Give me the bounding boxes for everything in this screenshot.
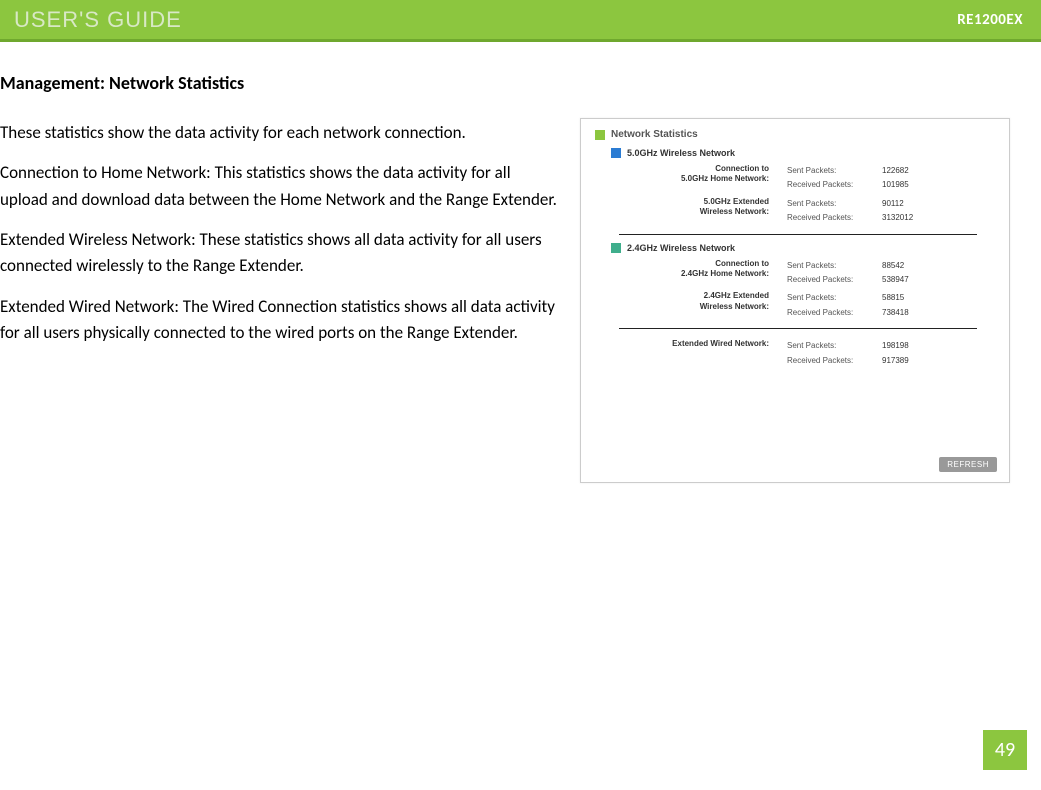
sent-value: 88542	[882, 259, 904, 273]
recv-label: Received Packets:	[787, 273, 882, 287]
stat-label: Connection to 5.0GHz Home Network:	[622, 164, 787, 193]
refresh-button[interactable]: REFRESH	[939, 457, 997, 472]
sent-label: Sent Packets:	[787, 259, 882, 273]
stat-block: 2.4GHz Extended Wireless Network: Sent P…	[589, 291, 997, 320]
stat-label: 5.0GHz Extended Wireless Network:	[622, 197, 787, 226]
group-5ghz-text: 5.0GHz Wireless Network	[627, 148, 735, 158]
recv-value: 738418	[882, 306, 909, 320]
recv-value: 3132012	[882, 211, 913, 225]
stat-values: Sent Packets:58815 Received Packets:7384…	[787, 291, 997, 320]
header-title: USER'S GUIDE	[14, 7, 182, 33]
stat-values: Sent Packets:90112 Received Packets:3132…	[787, 197, 997, 226]
group-5ghz-title: 5.0GHz Wireless Network	[611, 148, 997, 158]
paragraph: Extended Wired Network: The Wired Connec…	[0, 294, 560, 347]
paragraph: These statistics show the data activity …	[0, 120, 560, 146]
network-stats-panel: Network Statistics 5.0GHz Wireless Netwo…	[580, 118, 1010, 483]
paragraph: Extended Wireless Network: These statist…	[0, 227, 560, 280]
panel-title: Network Statistics	[589, 129, 997, 140]
stat-label: Connection to 2.4GHz Home Network:	[622, 259, 787, 288]
sent-value: 58815	[882, 291, 904, 305]
sent-value: 198198	[882, 339, 909, 353]
sent-value: 122682	[882, 164, 909, 178]
stat-block: Extended Wired Network: Sent Packets:198…	[589, 339, 997, 368]
stat-block: Connection to 5.0GHz Home Network: Sent …	[589, 164, 997, 193]
stat-values: Sent Packets:198198 Received Packets:917…	[787, 339, 997, 368]
divider	[619, 234, 977, 235]
group-24ghz-text: 2.4GHz Wireless Network	[627, 243, 735, 253]
square-icon	[595, 130, 605, 140]
recv-value: 917389	[882, 354, 909, 368]
recv-label: Received Packets:	[787, 211, 882, 225]
sent-label: Sent Packets:	[787, 291, 882, 305]
stat-block: 5.0GHz Extended Wireless Network: Sent P…	[589, 197, 997, 226]
stat-values: Sent Packets:122682 Received Packets:101…	[787, 164, 997, 193]
doc-header: USER'S GUIDE RE1200EX	[0, 0, 1041, 42]
sent-label: Sent Packets:	[787, 164, 882, 178]
recv-value: 538947	[882, 273, 909, 287]
stat-label: 2.4GHz Extended Wireless Network:	[622, 291, 787, 320]
recv-label: Received Packets:	[787, 306, 882, 320]
square-icon	[611, 148, 621, 158]
sent-value: 90112	[882, 197, 904, 211]
content-row: Management: Network Statistics These sta…	[0, 42, 1041, 483]
screenshot-column: Network Statistics 5.0GHz Wireless Netwo…	[580, 72, 1041, 483]
stat-block: Connection to 2.4GHz Home Network: Sent …	[589, 259, 997, 288]
page-number: 49	[983, 730, 1027, 770]
group-24ghz-title: 2.4GHz Wireless Network	[611, 243, 997, 253]
paragraph: Connection to Home Network: This statist…	[0, 160, 560, 213]
section-title: Management: Network Statistics	[0, 72, 560, 94]
sent-label: Sent Packets:	[787, 197, 882, 211]
panel-title-text: Network Statistics	[611, 129, 698, 140]
header-model: RE1200EX	[957, 11, 1023, 29]
square-icon	[611, 243, 621, 253]
stat-values: Sent Packets:88542 Received Packets:5389…	[787, 259, 997, 288]
text-column: Management: Network Statistics These sta…	[0, 72, 580, 483]
recv-label: Received Packets:	[787, 354, 882, 368]
sent-label: Sent Packets:	[787, 339, 882, 353]
recv-label: Received Packets:	[787, 178, 882, 192]
divider	[619, 328, 977, 329]
stat-label: Extended Wired Network:	[622, 339, 787, 368]
recv-value: 101985	[882, 178, 909, 192]
